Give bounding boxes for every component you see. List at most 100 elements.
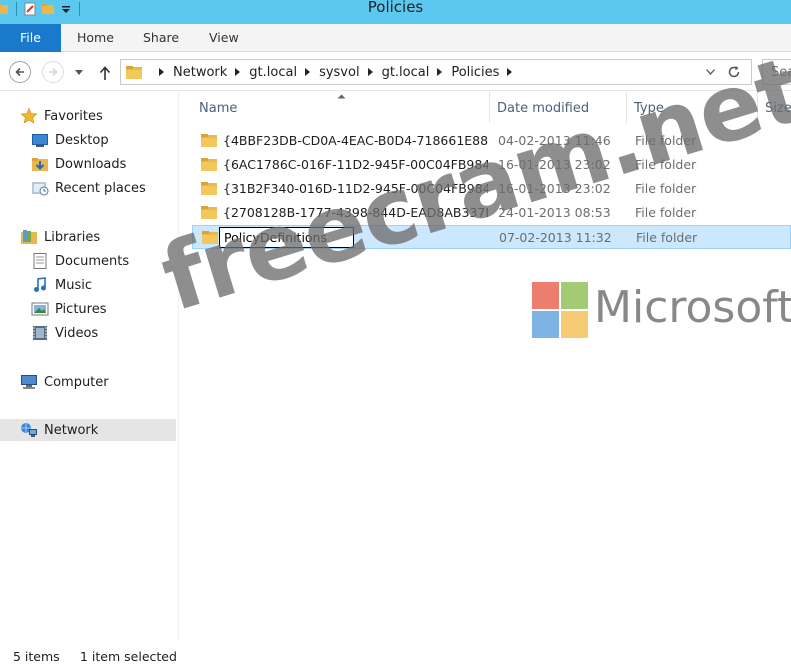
network-icon (21, 423, 37, 437)
file-date-modified: 16-01-2013 23:02 (498, 157, 611, 172)
file-row-selected[interactable]: 07-02-2013 11:32 File folder (192, 225, 791, 249)
nav-favorites-label: Favorites (44, 108, 103, 124)
breadcrumb-arrow-icon[interactable] (235, 68, 241, 76)
folder-icon (201, 206, 217, 219)
nav-documents[interactable]: Documents (31, 250, 129, 272)
star-icon (20, 108, 38, 124)
tab-view[interactable]: View (209, 24, 239, 52)
column-header-date-modified[interactable]: Date modified (490, 92, 627, 123)
column-headers: Name Date modified Type Size (192, 92, 791, 123)
navigation-pane: Favorites Desktop Downloads Recent place… (0, 92, 178, 640)
title-bar: Policies (0, 0, 791, 24)
rename-input[interactable] (219, 227, 354, 248)
breadcrumb-gt-local[interactable]: gt.local (249, 65, 297, 80)
nav-network[interactable]: Network (0, 419, 176, 441)
nav-network-label: Network (44, 422, 99, 438)
microsoft-logo (532, 282, 588, 338)
file-name: {6AC1786C-016F-11D2-945F-00C04FB984... (223, 157, 488, 172)
tab-home[interactable]: Home (77, 24, 114, 52)
nav-computer[interactable]: Computer (20, 371, 109, 393)
nav-music-label: Music (55, 277, 92, 293)
breadcrumb-arrow-icon[interactable] (367, 68, 373, 76)
file-type: File folder (635, 205, 697, 220)
file-row[interactable]: {2708128B-1777-4398-844D-EAD8AB337D... 2… (192, 201, 791, 225)
column-header-size[interactable]: Size (758, 92, 791, 123)
file-name: {2708128B-1777-4398-844D-EAD8AB337D... (223, 205, 488, 220)
videos-icon (33, 326, 47, 340)
desktop-icon (32, 134, 48, 147)
nav-computer-label: Computer (44, 374, 109, 390)
file-date-modified: 07-02-2013 11:32 (499, 230, 612, 245)
column-header-type[interactable]: Type (627, 92, 758, 123)
ribbon-tabs: File Home Share View (0, 24, 791, 52)
downloads-icon (32, 158, 48, 171)
file-type: File folder (635, 157, 697, 172)
nav-recent-places-label: Recent places (55, 180, 146, 196)
breadcrumb-network[interactable]: Network (173, 65, 227, 80)
file-date-modified: 16-01-2013 23:02 (498, 181, 611, 196)
folder-icon (201, 134, 217, 147)
folder-icon (126, 66, 142, 79)
back-arrow-icon (15, 67, 24, 77)
nav-downloads[interactable]: Downloads (31, 153, 126, 175)
tab-share[interactable]: Share (143, 24, 179, 52)
breadcrumb-policies[interactable]: Policies (451, 65, 499, 80)
nav-recent-places[interactable]: Recent places (31, 177, 146, 199)
breadcrumb-arrow-icon[interactable] (305, 68, 311, 76)
forward-button[interactable] (42, 61, 64, 83)
chevron-down-icon[interactable] (706, 69, 715, 75)
file-row[interactable]: {4BBF23DB-CD0A-4EAC-B0D4-718661E88... 04… (192, 129, 791, 153)
back-button[interactable] (9, 61, 31, 83)
nav-videos[interactable]: Videos (31, 322, 98, 344)
file-name: {31B2F340-016D-11D2-945F-00C04FB984... (223, 181, 488, 196)
nav-pictures[interactable]: Pictures (31, 298, 106, 320)
file-type: File folder (635, 181, 697, 196)
address-bar[interactable]: Network gt.local sysvol gt.local Policie… (120, 59, 752, 85)
nav-favorites[interactable]: Favorites (20, 105, 103, 127)
nav-music[interactable]: Music (31, 274, 92, 296)
breadcrumb-arrow-icon[interactable] (159, 68, 164, 76)
nav-videos-label: Videos (55, 325, 99, 341)
file-row[interactable]: {31B2F340-016D-11D2-945F-00C04FB984... 1… (192, 177, 791, 201)
folder-icon (201, 182, 217, 195)
refresh-icon[interactable] (727, 65, 741, 79)
breadcrumb-sysvol[interactable]: sysvol (319, 65, 360, 80)
nav-desktop-label: Desktop (55, 132, 109, 148)
nav-desktop[interactable]: Desktop (31, 129, 109, 151)
pane-divider[interactable] (178, 92, 179, 640)
watermark-brand: Microsoft (594, 282, 791, 333)
breadcrumb-gt-local-2[interactable]: gt.local (382, 65, 430, 80)
column-header-name[interactable]: Name (192, 92, 490, 123)
breadcrumb-arrow-icon[interactable] (507, 68, 513, 76)
nav-libraries-label: Libraries (44, 229, 101, 245)
recent-locations-dropdown-icon[interactable] (74, 69, 84, 77)
recent-places-icon (32, 182, 49, 196)
nav-pictures-label: Pictures (55, 301, 107, 317)
forward-arrow-icon (49, 67, 58, 77)
nav-documents-label: Documents (55, 253, 130, 269)
folder-icon (202, 231, 218, 244)
music-icon (34, 277, 46, 292)
libraries-icon (21, 230, 37, 244)
status-item-count: 5 items (13, 649, 60, 664)
up-arrow-icon[interactable] (98, 65, 112, 81)
tab-file[interactable]: File (0, 24, 61, 52)
file-date-modified: 24-01-2013 08:53 (498, 205, 611, 220)
search-input[interactable] (763, 60, 791, 84)
file-row[interactable]: {6AC1786C-016F-11D2-945F-00C04FB984... 1… (192, 153, 791, 177)
nav-downloads-label: Downloads (55, 156, 127, 172)
navigation-bar: Network gt.local sysvol gt.local Policie… (0, 53, 791, 91)
breadcrumb-arrow-icon[interactable] (437, 68, 443, 76)
computer-icon (21, 375, 37, 389)
file-type: File folder (635, 133, 697, 148)
documents-icon (33, 253, 47, 269)
status-bar: 5 items 1 item selected (0, 640, 791, 666)
file-type: File folder (636, 230, 698, 245)
file-date-modified: 04-02-2013 11:46 (498, 133, 611, 148)
folder-icon (201, 158, 217, 171)
search-box[interactable] (762, 59, 791, 85)
window-title: Policies (367, 0, 424, 16)
breadcrumb: Network gt.local sysvol gt.local Policie… (125, 60, 521, 84)
nav-libraries[interactable]: Libraries (20, 226, 100, 248)
status-selection: 1 item selected (80, 649, 177, 664)
